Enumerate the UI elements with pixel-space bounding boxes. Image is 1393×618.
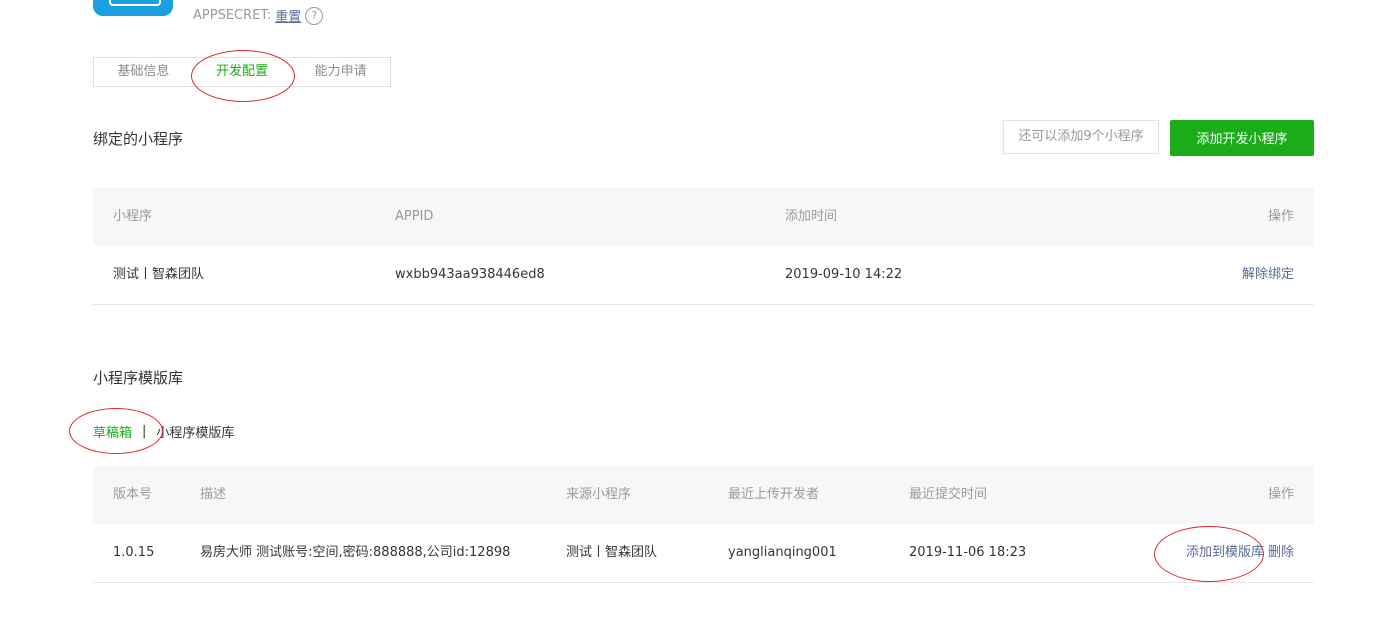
subtab-separator: | xyxy=(142,424,147,439)
add-dev-miniprogram-button[interactable]: 添加开发小程序 xyxy=(1170,120,1314,156)
help-icon[interactable]: ? xyxy=(305,6,324,25)
add-to-template-library-link[interactable]: 添加到模版库 xyxy=(1186,545,1264,560)
bound-section-title: 绑定的小程序 xyxy=(93,130,184,148)
miniprogram-name: 测试丨智森团队 xyxy=(113,267,205,282)
subtab-drafts[interactable]: 草稿箱 xyxy=(93,422,132,441)
col-submit-time: 最近提交时间 xyxy=(909,487,988,502)
delete-draft-link[interactable]: 删除 xyxy=(1268,545,1294,560)
col-miniprogram: 小程序 xyxy=(113,209,153,224)
col-source: 来源小程序 xyxy=(566,487,632,502)
table-row: 1.0.15 易房大师 测试账号:空间,密码:888888,公司id:12898… xyxy=(93,524,1314,583)
col-appid: APPID xyxy=(395,209,434,224)
template-section-title: 小程序模版库 xyxy=(93,369,184,387)
appsecret-label: APPSECRET: xyxy=(193,8,272,23)
submit-time-value: 2019-11-06 18:23 xyxy=(909,545,1027,560)
subtab-template-library[interactable]: 小程序模版库 xyxy=(156,422,234,441)
remaining-hint: 还可以添加9个小程序 xyxy=(1003,120,1159,154)
table-row: 测试丨智森团队 wxbb943aa938446ed8 2019-09-10 14… xyxy=(93,246,1314,305)
col-version: 版本号 xyxy=(113,487,153,502)
source-value: 测试丨智森团队 xyxy=(566,545,658,560)
version-value: 1.0.15 xyxy=(113,545,155,560)
tab-basic-info[interactable]: 基础信息 xyxy=(94,58,193,86)
drafts-table: 版本号 描述 来源小程序 最近上传开发者 最近提交时间 操作 1.0.15 易房… xyxy=(93,466,1314,583)
tab-dev-config[interactable]: 开发配置 xyxy=(193,58,292,86)
col-added-time: 添加时间 xyxy=(785,209,838,224)
bound-table-header: 小程序 APPID 添加时间 操作 xyxy=(93,188,1314,246)
drafts-table-header: 版本号 描述 来源小程序 最近上传开发者 最近提交时间 操作 xyxy=(93,466,1314,524)
tab-capability-apply[interactable]: 能力申请 xyxy=(291,58,390,86)
unbind-link[interactable]: 解除绑定 xyxy=(1242,246,1294,304)
col-action: 操作 xyxy=(1267,209,1294,224)
developer-value: yanglianqing001 xyxy=(728,545,837,560)
settings-tabs: 基础信息 开发配置 能力申请 xyxy=(93,57,391,87)
draft-actions: 添加到模版库 删除 xyxy=(1186,524,1294,582)
app-logo xyxy=(93,0,173,16)
appid-value: wxbb943aa938446ed8 xyxy=(395,267,545,282)
template-subtabs: 草稿箱 | 小程序模版库 xyxy=(93,422,234,441)
col-description: 描述 xyxy=(200,487,227,502)
appsecret-row: APPSECRET: 重置 ? xyxy=(193,6,324,25)
reset-link[interactable]: 重置 xyxy=(275,6,301,25)
added-time-value: 2019-09-10 14:22 xyxy=(785,267,903,282)
description-value: 易房大师 测试账号:空间,密码:888888,公司id:12898 xyxy=(200,545,511,560)
bound-table: 小程序 APPID 添加时间 操作 测试丨智森团队 wxbb943aa93844… xyxy=(93,188,1314,305)
col-draft-action: 操作 xyxy=(1267,487,1294,502)
col-developer: 最近上传开发者 xyxy=(728,487,820,502)
